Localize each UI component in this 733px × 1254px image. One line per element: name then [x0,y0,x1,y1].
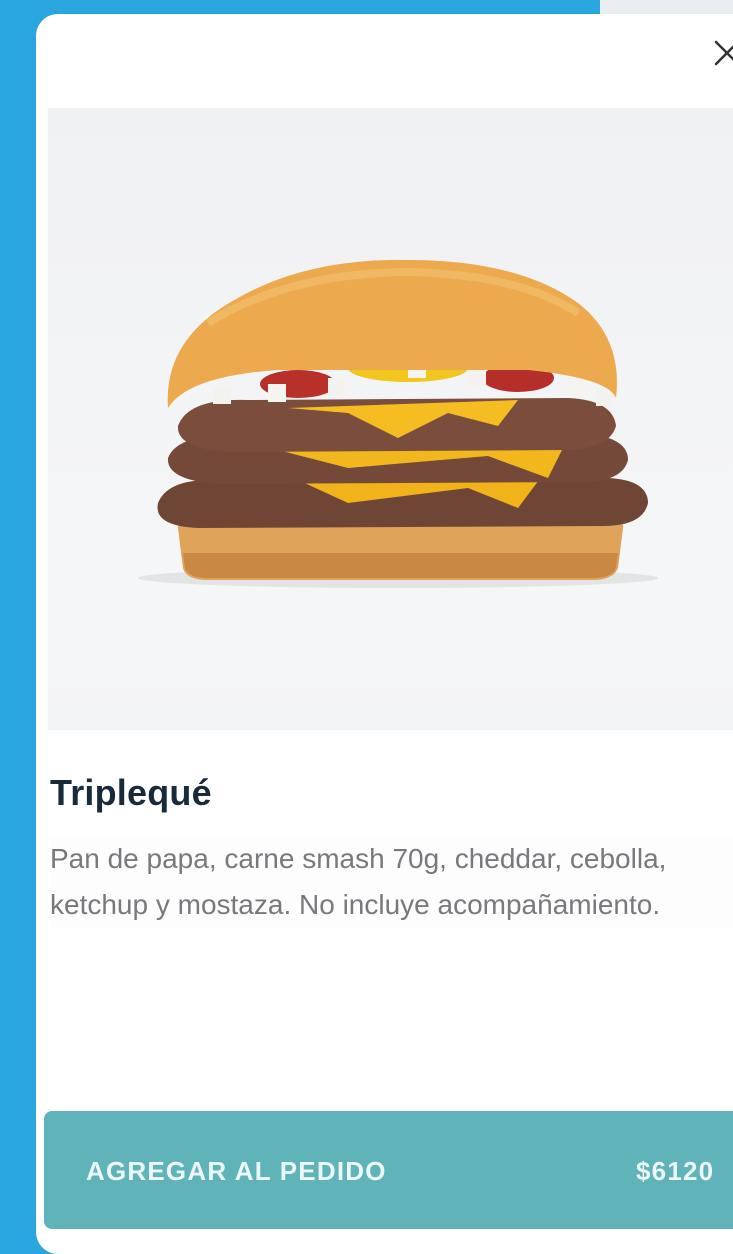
add-to-order-button[interactable]: AGREGAR AL PEDIDO $6120 [44,1111,733,1229]
burger-photo [138,259,658,588]
close-button[interactable] [710,36,733,70]
close-icon [714,40,733,66]
product-description: Pan de papa, carne smash 70g, cheddar, c… [50,836,733,928]
product-modal: Triplequé Pan de papa, carne smash 70g, … [36,14,733,1254]
add-to-order-label: AGREGAR AL PEDIDO [86,1156,387,1186]
product-title: Triplequé [50,772,212,813]
price-label: $6120 [636,1156,715,1186]
product-image [48,108,733,730]
